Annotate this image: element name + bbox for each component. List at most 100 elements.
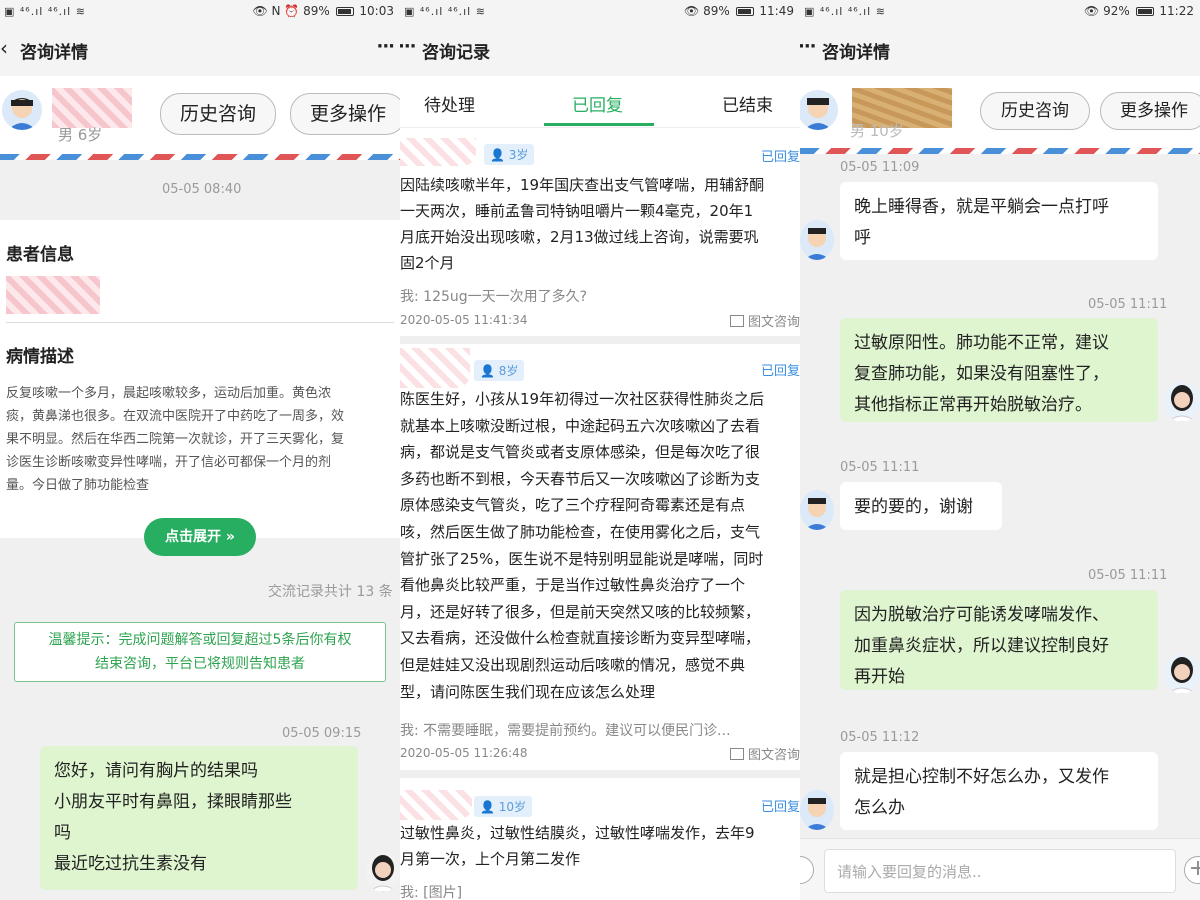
tab-finished[interactable]: 已结束 [722, 91, 773, 116]
status-badge: 已回复 [760, 364, 800, 379]
clock: 11:22 [1159, 4, 1194, 18]
airmail-stripe [800, 148, 1200, 154]
page-title: 咨询详情 [20, 43, 88, 63]
status-badge: 已回复 [760, 800, 800, 815]
page-title: 咨询详情 [822, 43, 890, 63]
tab-pending[interactable]: 待处理 [424, 91, 475, 116]
signal-icons: ▣ ⁴⁶.ıl ⁴⁶.ıl ≋ [404, 5, 486, 18]
nav-bar: ‹ 咨询详情 ··· [0, 24, 400, 76]
patient-header: 男 6岁 历史咨询 更多操作 [0, 76, 400, 160]
doctor-avatar [1164, 654, 1200, 694]
back-icon[interactable]: ‹ [0, 36, 16, 60]
prev-more-icon: ··· [800, 36, 816, 57]
more-actions-button[interactable]: 更多操作 [1100, 92, 1200, 130]
plus-button[interactable]: + [1184, 856, 1200, 884]
doctor-message-bubble: 因为脱敏治疗可能诱发哮喘发作、 加重鼻炎症状，所以建议控制良好 再开始 [840, 590, 1158, 690]
active-tab-indicator [544, 123, 654, 126]
patient-avatar-small [800, 490, 834, 530]
message-time: 05-05 11:09 [840, 160, 920, 175]
patient-info-mosaic [6, 276, 100, 314]
patient-message-bubble: 就是担心控制不好怎么办，又发作 怎么办 [840, 752, 1158, 830]
reply-input-bar: 请输入要回复的消息.. + [800, 838, 1200, 900]
history-consult-button[interactable]: 历史咨询 [980, 92, 1090, 130]
prev-more-icon: ··· [400, 36, 416, 57]
status-bar: ▣ ⁴⁶.ıl ⁴⁶.ıl ≋ 👁 89% 11:49 [400, 0, 800, 24]
person-icon: 👤 [490, 148, 509, 162]
patient-gender-age: 男 6岁 [58, 126, 103, 144]
voice-icon[interactable] [800, 856, 814, 884]
tab-replied[interactable]: 已回复 [572, 91, 623, 116]
battery-icon [1135, 7, 1154, 16]
battery-icon [335, 7, 354, 16]
consult-type: 图文咨询 [729, 311, 800, 330]
doctor-avatar-icon [1164, 382, 1200, 422]
condition-description: 反复咳嗽一个多月，晨起咳嗽较多，运动后加重。黄色浓 痰，黄鼻涕也很多。在双流中医… [6, 386, 345, 493]
consult-detail-panel: ▣ ⁴⁶.ıl ⁴⁶.ıl ≋ 👁 N ⏰ 89% 10:03 ‹ 咨询详情 ·… [0, 0, 400, 900]
message-time: 05-05 11:11 [840, 460, 920, 475]
question-text: 过敏性鼻炎，过敏性结膜炎，过敏性哮喘发作，去年9 月第一次，上个月第二发作 [400, 824, 755, 868]
patient-gender-age: 男 10岁 [850, 122, 904, 140]
doctor-avatar-icon [366, 852, 400, 892]
boy-avatar-icon [800, 220, 834, 260]
patient-avatar-mosaic [400, 790, 472, 820]
list-item[interactable]: 👤 3岁 已回复 因陆续咳嗽半年，19年国庆查出支气管哮喘，用辅舒酮 一天两次，… [400, 138, 800, 344]
page-title: 咨询记录 [422, 43, 490, 63]
status-right: 👁 92% 11:22 [1084, 4, 1194, 18]
clock: 10:03 [359, 4, 394, 18]
status-tabs: 待处理 已回复 已结束 [400, 76, 800, 128]
reply-input[interactable]: 请输入要回复的消息.. [824, 849, 1176, 893]
boy-avatar-icon [2, 90, 42, 130]
age-badge: 👤 10岁 [474, 796, 533, 817]
image-icon [729, 748, 744, 760]
status-badge: 已回复 [760, 150, 800, 165]
doctor-avatar-icon [1164, 654, 1200, 694]
message-time: 05-05 09:15 [282, 726, 362, 741]
message-time: 05-05 11:11 [1088, 568, 1168, 583]
expand-button[interactable]: 点击展开 » [144, 518, 256, 556]
history-consult-button[interactable]: 历史咨询 [160, 93, 276, 135]
consult-records-panel: ▣ ⁴⁶.ıl ⁴⁶.ıl ≋ 👁 89% 11:49 ··· 咨询记录 待处理… [400, 0, 800, 900]
signal-icons: ▣ ⁴⁶.ıl ⁴⁶.ıl ≋ [804, 5, 886, 18]
question-text: 因陆续咳嗽半年，19年国庆查出支气管哮喘，用辅舒酮 一天两次，睡前孟鲁司特钠咀嚼… [400, 176, 765, 272]
age-badge: 👤 8岁 [474, 360, 525, 381]
reply-preview: 我: 125ug一天一次用了多久? [400, 289, 588, 305]
patient-header: 男 10岁 历史咨询 更多操作 [800, 76, 1200, 154]
clock: 11:49 [759, 4, 794, 18]
patient-avatar-mosaic [400, 138, 476, 166]
patient-message-bubble: 要的要的，谢谢 [840, 482, 1002, 530]
warm-tip-notice: 温馨提示：完成问题解答或回复超过5条后你有权 结束咨询，平台已将规则告知患者 [14, 622, 386, 682]
doctor-message-bubble: 过敏原阳性。肺功能不正常，建议 复查肺功能，如果没有阻塞性了， 其他指标正常再开… [840, 318, 1158, 422]
image-icon [729, 315, 744, 327]
list-item[interactable]: 👤 8岁 已回复 陈医生好，小孩从19年初得过一次社区获得性肺炎之后 就基本上咳… [400, 346, 800, 778]
item-datetime: 2020-05-05 11:41:34 [400, 313, 528, 327]
doctor-avatar [366, 852, 400, 892]
list-item[interactable]: 👤 10岁 已回复 过敏性鼻炎，过敏性结膜炎，过敏性哮喘发作，去年9 月第一次，… [400, 786, 800, 900]
message-time: 05-05 11:12 [840, 730, 920, 745]
status-bar: ▣ ⁴⁶.ıl ⁴⁶.ıl ≋ 👁 92% 11:22 [800, 0, 1200, 24]
battery-icon [735, 7, 754, 16]
patient-info-card: 患者信息 病情描述 反复咳嗽一个多月，晨起咳嗽较多，运动后加重。黄色浓 痰，黄鼻… [0, 220, 400, 538]
patient-info-title: 患者信息 [6, 245, 74, 265]
name-mosaic [52, 88, 132, 128]
start-time: 05-05 08:40 [162, 182, 242, 197]
more-actions-button[interactable]: 更多操作 [290, 93, 400, 135]
record-count: 交流记录共计 13 条 [268, 584, 393, 600]
consult-type: 图文咨询 [729, 744, 800, 763]
more-icon[interactable]: ··· [376, 36, 394, 57]
patient-avatar-small [800, 790, 834, 830]
signal-icons: ▣ ⁴⁶.ıl ⁴⁶.ıl ≋ [4, 5, 86, 18]
person-icon: 👤 [480, 364, 499, 378]
reply-preview: 我: 不需要睡眠，需要提前预约。建议可以便民门诊... [400, 723, 731, 739]
doctor-message-bubble: 您好，请问有胸片的结果吗 小朋友平时有鼻阻，揉眼睛那些 吗 最近吃过抗生素没有 [40, 746, 358, 890]
doctor-avatar [1164, 382, 1200, 422]
patient-avatar [2, 90, 42, 130]
boy-avatar-icon [800, 490, 834, 530]
status-right: 👁 89% 11:49 [684, 4, 794, 18]
status-bar: ▣ ⁴⁶.ıl ⁴⁶.ıl ≋ 👁 N ⏰ 89% 10:03 [0, 0, 400, 24]
item-datetime: 2020-05-05 11:26:48 [400, 746, 528, 760]
airmail-stripe [0, 154, 400, 160]
message-time: 05-05 11:11 [1088, 297, 1168, 312]
person-icon: 👤 [480, 800, 499, 814]
patient-avatar [800, 90, 838, 130]
patient-avatar-small [800, 220, 834, 260]
